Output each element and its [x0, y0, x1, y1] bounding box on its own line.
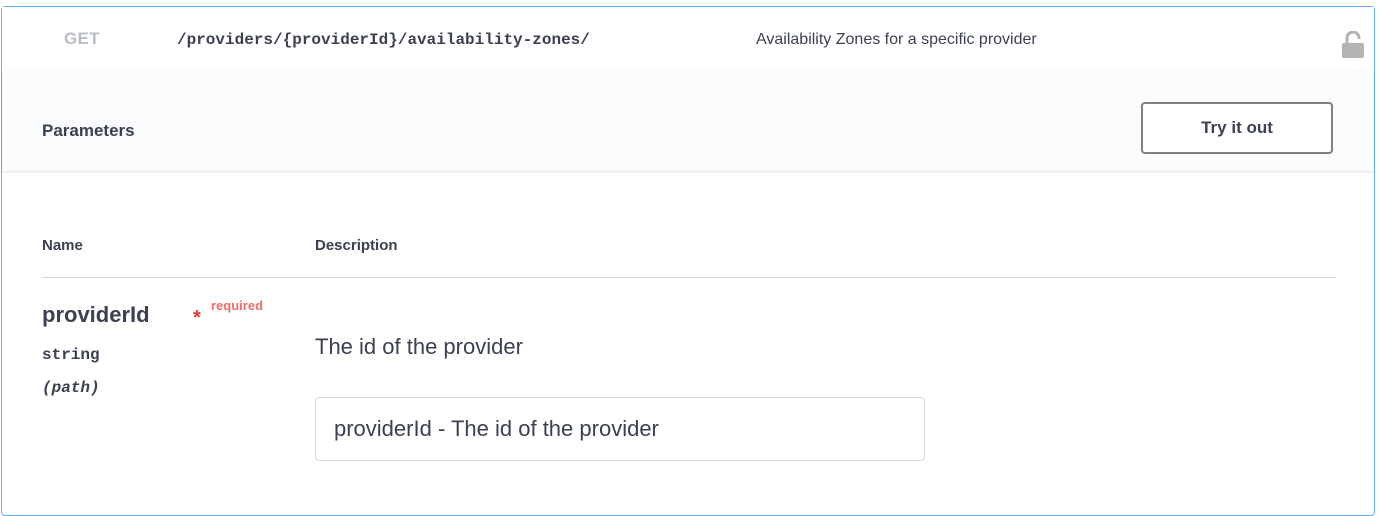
operation-summary[interactable]: GET /providers/{providerId}/availability… [2, 7, 1374, 72]
required-asterisk: * [193, 307, 201, 329]
unlocked-lock-icon[interactable] [1341, 30, 1365, 59]
column-header-name: Name [42, 237, 83, 254]
operation-block: GET /providers/{providerId}/availability… [1, 6, 1375, 516]
parameters-header: Parameters Try it out [2, 71, 1374, 171]
table-divider [42, 277, 1336, 278]
parameters-title: Parameters [42, 121, 135, 140]
parameter-description: The id of the provider [315, 334, 523, 359]
parameter-name: providerId [42, 302, 150, 327]
column-header-description: Description [315, 237, 398, 254]
parameter-location: (path) [42, 379, 100, 397]
operation-description: Availability Zones for a specific provid… [756, 31, 1037, 48]
http-method: GET [64, 29, 100, 48]
try-it-out-button[interactable]: Try it out [1141, 102, 1333, 154]
provider-id-input[interactable] [315, 397, 925, 461]
endpoint-path: /providers/{providerId}/availability-zon… [177, 31, 590, 49]
required-label: required [211, 298, 264, 313]
parameter-type: string [42, 346, 100, 364]
